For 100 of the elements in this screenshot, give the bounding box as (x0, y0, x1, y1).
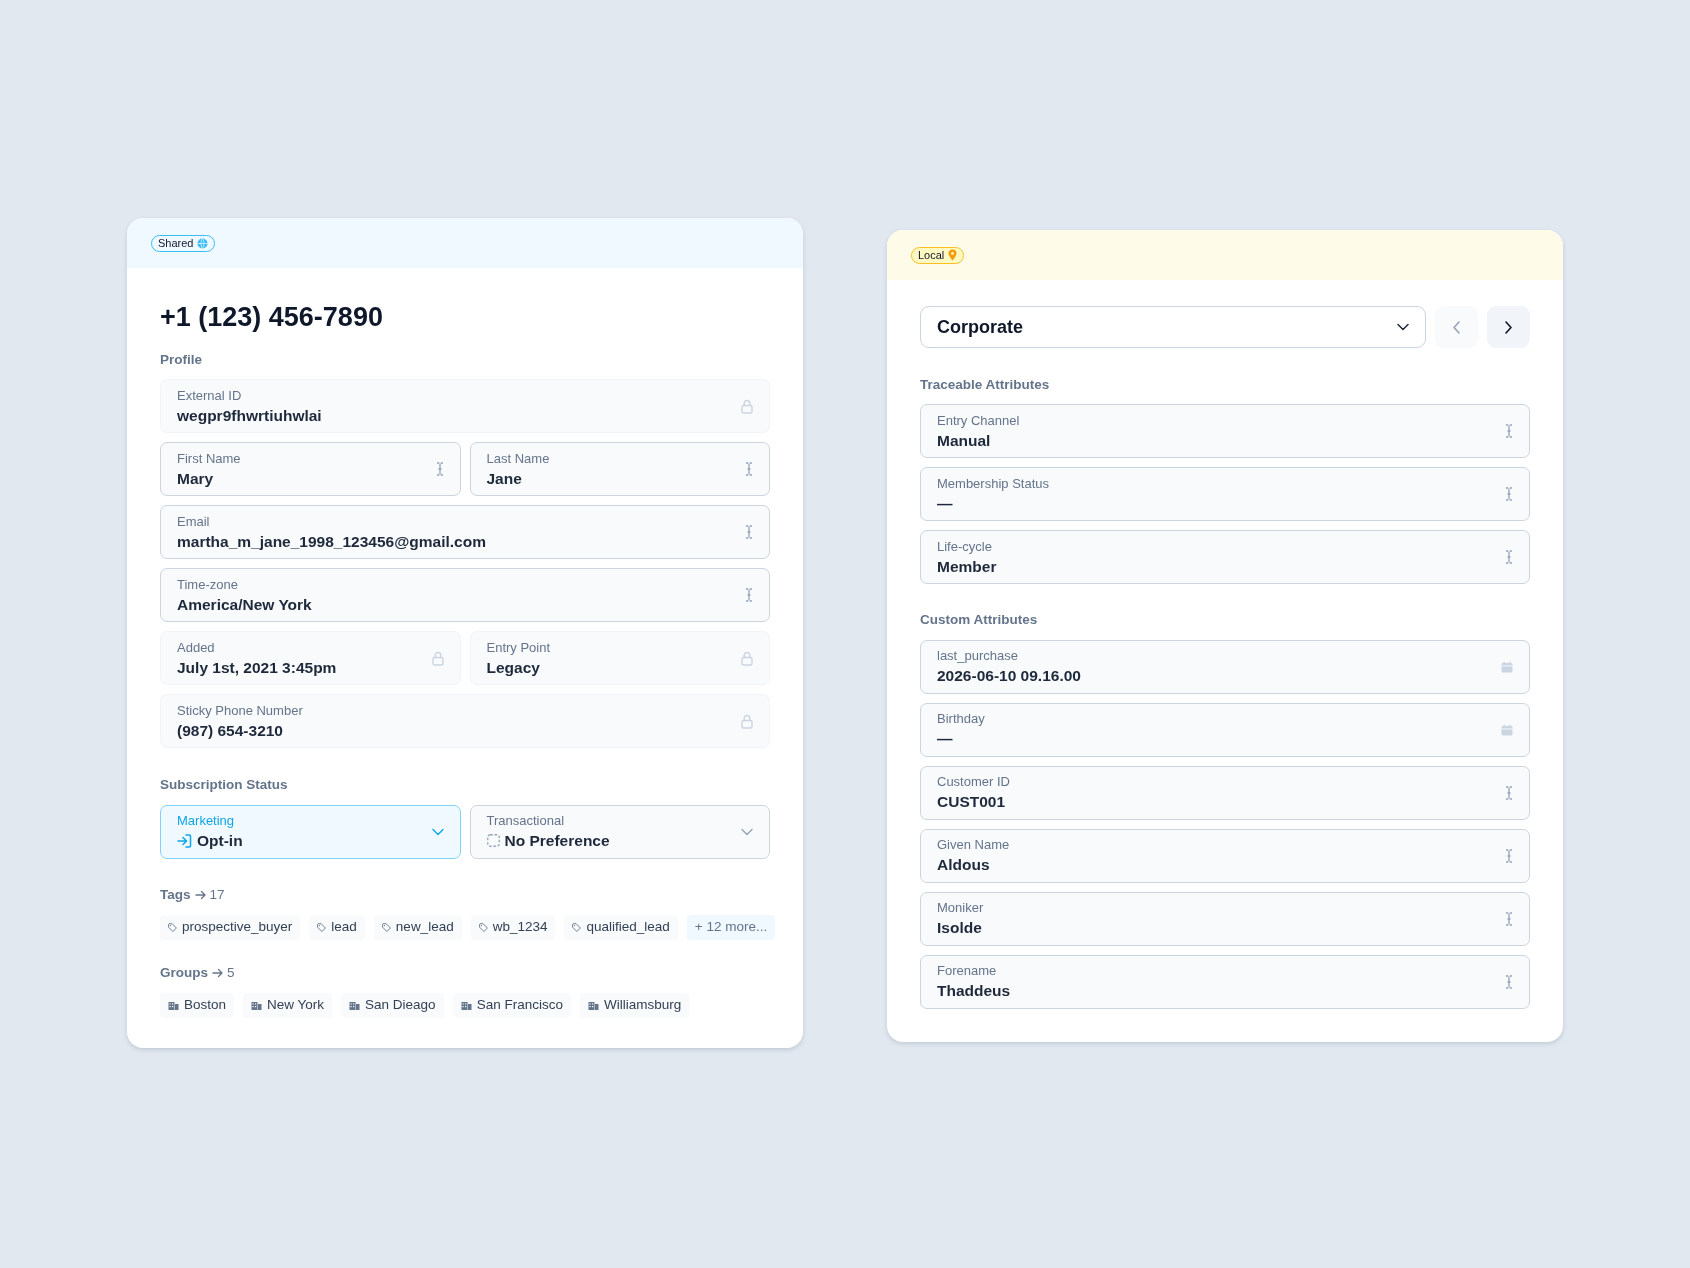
group-label: San Francisco (476, 996, 563, 1015)
text-cursor-icon (1505, 424, 1513, 439)
field-value: wegpr9fhwrtiuhwlai (177, 405, 323, 426)
building-icon (251, 1001, 263, 1010)
tag-icon (381, 922, 391, 932)
section-heading: Custom Attributes (920, 611, 1039, 630)
select-field[interactable]: Corporate (920, 306, 1426, 348)
field-value: Aldous (937, 855, 991, 875)
input-field[interactable]: First Name Mary (160, 442, 461, 497)
tag-label: prospective_buyer (182, 918, 293, 937)
tag-label: qualified_lead (586, 918, 670, 937)
tag-icon (572, 922, 582, 932)
next-button[interactable] (1487, 306, 1530, 348)
field-label: Sticky Phone Number (177, 701, 304, 720)
building-icon (168, 1001, 179, 1010)
field-value: Manual (937, 430, 992, 451)
field-label: Forename (937, 962, 998, 980)
tag-label: new_lead (395, 918, 454, 937)
chevron-down-icon (431, 827, 444, 836)
field-value: Legacy (486, 657, 541, 678)
input-field[interactable]: Life-cycle Member (920, 530, 1530, 585)
text-cursor-icon (745, 525, 753, 540)
group-label: San Dieago (365, 996, 436, 1015)
field-value: martha_m_jane_1998_123456@gmail.com (177, 531, 487, 552)
field-label: Entry Point (486, 638, 552, 657)
section-heading: Traceable Attributes (920, 376, 1051, 394)
field-value: Opt-in (197, 831, 243, 851)
input-field[interactable]: Last Name Jane (469, 442, 770, 497)
more-tags-button[interactable]: + 12 more... (686, 914, 776, 940)
input-field[interactable]: Customer ID CUST001 (920, 765, 1530, 820)
field-value: 2026-06-10 09.16.00 (937, 666, 1082, 686)
input-field[interactable]: Forename Thaddeus (920, 954, 1530, 1009)
lock-icon (741, 650, 753, 666)
field-label: External ID (177, 386, 243, 405)
field-label: Birthday (937, 710, 986, 728)
field-label: Transactional (486, 812, 566, 830)
enter-arrow-icon (177, 833, 192, 848)
text-cursor-icon (1505, 911, 1513, 926)
pin-icon (948, 249, 958, 261)
tag-label: wb_1234 (492, 918, 548, 937)
text-cursor-icon (435, 462, 444, 477)
field-value: America/New York (177, 594, 313, 615)
field-value: Mary (177, 468, 215, 489)
field-label: Added (177, 638, 216, 657)
section-heading: Subscription Status (160, 776, 289, 795)
input-field[interactable]: Time-zone America/New York (160, 568, 770, 623)
field-value: (987) 654-3210 (177, 720, 284, 741)
lock-icon (741, 713, 753, 729)
dashed-square-icon (486, 834, 500, 847)
building-icon (349, 1001, 361, 1010)
field-value: CUST001 (937, 792, 1007, 812)
status-select[interactable]: Marketing Opt-in (160, 804, 461, 859)
field-value: Isolde (937, 918, 983, 938)
field-label: Entry Channel (937, 411, 1021, 430)
input-field[interactable]: Birthday — (920, 702, 1530, 757)
group-label: Williamsburg (603, 996, 682, 1015)
badge-label: Local (918, 247, 945, 263)
badge-label: Shared (158, 235, 194, 251)
tag-label: lead (331, 918, 357, 937)
section-heading: Profile (160, 351, 203, 369)
field-label: Time-zone (177, 575, 239, 594)
field-value: Jane (486, 468, 523, 489)
field-label: First Name (177, 449, 242, 468)
field-label: Last Name (486, 449, 551, 468)
calendar-icon (1501, 723, 1513, 736)
status-select[interactable]: Transactional No Preference (469, 804, 770, 859)
chevron-down-icon (1397, 323, 1409, 331)
field-label: Life-cycle (937, 537, 993, 556)
arrow-icon (194, 888, 206, 901)
tag-icon (478, 922, 488, 932)
calendar-icon (1501, 660, 1513, 673)
text-cursor-icon (745, 462, 753, 477)
text-cursor-icon (1505, 487, 1513, 502)
building-icon (587, 1001, 599, 1010)
select-value: Corporate (937, 315, 1023, 339)
tag-icon (317, 922, 327, 932)
count-label: 17 (209, 885, 225, 904)
group-label: Boston (184, 996, 227, 1015)
input-field[interactable]: last_purchase 2026-06-10 09.16.00 (920, 639, 1530, 694)
globe-icon (197, 237, 209, 249)
field-label: Marketing (177, 812, 236, 830)
lock-icon (431, 650, 444, 666)
field-value: Thaddeus (937, 981, 1012, 1001)
input-field[interactable]: Entry Channel Manual (920, 404, 1530, 459)
field-value: — (937, 729, 954, 749)
text-cursor-icon (1505, 550, 1513, 565)
input-field[interactable]: Membership Status — (920, 467, 1530, 522)
field-label: Customer ID (937, 773, 1011, 791)
field-value: July 1st, 2021 3:45pm (177, 657, 338, 678)
input-field[interactable]: Email martha_m_jane_1998_123456@gmail.com (160, 505, 770, 560)
field-label: Given Name (937, 836, 1011, 854)
tag-icon (168, 922, 177, 932)
lock-icon (741, 398, 753, 414)
text-cursor-icon (1505, 848, 1513, 863)
input-field[interactable]: Given Name Aldous (920, 828, 1530, 883)
section-heading: Groups (160, 963, 208, 982)
chevron-down-icon (741, 827, 753, 836)
text-cursor-icon (745, 588, 753, 603)
group-label: New York (267, 996, 325, 1015)
input-field[interactable]: Moniker Isolde (920, 891, 1530, 946)
